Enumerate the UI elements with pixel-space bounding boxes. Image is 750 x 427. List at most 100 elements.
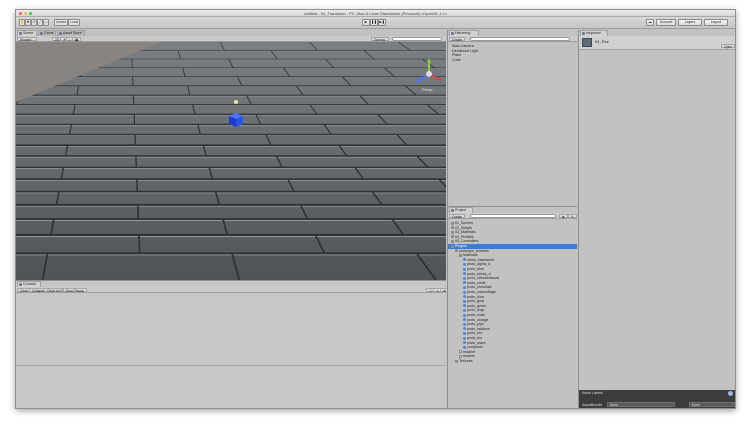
project-tree-item[interactable]: Textures	[448, 359, 577, 364]
project-tree-item-label: proto_checkerboard	[467, 276, 499, 281]
folder-icon	[451, 221, 454, 225]
console-divider	[16, 365, 446, 366]
gizmos-dropdown[interactable]: Gizmos	[371, 37, 389, 42]
layout-dropdown[interactable]: Layout	[704, 19, 728, 26]
assetbundle-dropdown[interactable]: None	[607, 402, 675, 407]
tab-asset-store-label: Asset Store	[63, 31, 82, 35]
project-tree-item-label: 03_Materials	[455, 230, 476, 235]
hierarchy-create-dropdown[interactable]: Create	[449, 37, 465, 42]
project-tree-item-label: composer	[467, 345, 483, 350]
project-tree-item-label: proto_wave	[467, 340, 486, 345]
play-button[interactable]: ▶	[362, 19, 370, 26]
account-dropdown[interactable]: Account	[656, 19, 676, 26]
project-tree-item-label: 01_Scenes	[455, 221, 473, 225]
project-tree-item-label: readme	[463, 354, 476, 359]
store-icon	[59, 32, 62, 35]
layers-dropdown[interactable]: Layers	[678, 19, 702, 26]
project-tree-item-label: proto_orange	[467, 317, 489, 322]
project-tree-item-label: mesh_baseworld	[467, 257, 495, 262]
project-tree-item-label: proto_crosshair	[467, 285, 492, 290]
folder-icon	[455, 249, 458, 253]
window-title: Untitled - 04_Transform - PC, Mac & Linu…	[303, 11, 448, 16]
shading-mode-dropdown[interactable]: Shaded	[17, 37, 37, 42]
pause-button[interactable]: ❚❚	[370, 19, 378, 26]
unity-editor-window: Untitled - 04_Transform - PC, Mac & Linu…	[15, 9, 736, 409]
project-tree-item-label: Textures	[459, 359, 473, 363]
filter-by-type-icon[interactable]: ◈	[559, 214, 568, 219]
project-tree-item-label: proto_map	[467, 308, 485, 313]
scene-panel: Scene Game Asset Store Shaded 2D ☀ ♪ ▣ G…	[16, 30, 446, 280]
material-icon	[463, 331, 466, 335]
space-toggle-button[interactable]: Local	[68, 19, 80, 26]
material-icon	[463, 295, 466, 299]
material-icon	[463, 281, 466, 285]
project-tree-item-label: Materials	[463, 253, 478, 258]
console-error-filter-icon[interactable]: ⊘	[440, 288, 446, 293]
material-icon	[463, 262, 466, 266]
assetbundle-variant-dropdown[interactable]: None	[689, 402, 735, 407]
step-button[interactable]: ▶❚	[378, 19, 386, 26]
project-tree-item-label: prototype_textures	[459, 248, 489, 253]
material-icon	[463, 322, 466, 326]
material-icon	[463, 308, 466, 312]
material-icon	[463, 327, 466, 331]
project-tree-item-label: proto_pipe	[467, 322, 484, 327]
inspector-object-name: 04_Rez	[595, 39, 609, 44]
project-create-dropdown[interactable]: Create	[449, 214, 465, 219]
project-tree-item-label: proto_gray	[467, 299, 485, 304]
text-file-icon	[459, 350, 462, 354]
project-tree-item-label: 04_Prefabs	[455, 234, 474, 239]
asset-labels-section: Asset Labels AssetBundle None None	[579, 390, 735, 408]
rect-tool-button[interactable]: ▭	[43, 19, 49, 26]
folder-icon	[451, 244, 454, 248]
game-icon	[40, 32, 43, 35]
console-toolbar: Clear Collapse Clear on Play Error Pause…	[16, 287, 446, 293]
console-icon	[19, 283, 22, 286]
project-tree-item-label: proto_rim	[467, 336, 483, 340]
folder-icon	[455, 359, 458, 363]
material-icon	[463, 336, 466, 340]
project-tree-item-label: Plugins	[455, 244, 467, 248]
asset-labels-title: Asset Labels	[582, 391, 603, 395]
hierarchy-item[interactable]: Cube	[448, 58, 577, 63]
folder-icon	[451, 226, 454, 230]
cloud-icon[interactable]: ☁	[646, 19, 654, 26]
pivot-toggle-button[interactable]: Center	[54, 19, 68, 26]
filter-by-label-icon[interactable]: ✎	[568, 214, 577, 219]
material-icon	[463, 341, 466, 345]
hierarchy-toolbar: Create	[448, 36, 577, 42]
material-icon	[463, 299, 466, 303]
label-tag-icon[interactable]	[728, 391, 733, 396]
hierarchy-icon	[451, 32, 454, 35]
main-toolbar: ✋ ✥ ⟳ ⤢ ▭ Center Local ▶ ❚❚ ▶❚ ☁ Account…	[16, 17, 735, 29]
project-tree-item-label: proto_blue	[467, 267, 484, 271]
effects-toggle-icon[interactable]: ▣	[72, 37, 82, 42]
project-tree-item-label: proto_floor	[467, 294, 485, 299]
scene-search-input[interactable]	[392, 37, 442, 41]
project-tree-item-label: 05_Controllers	[455, 239, 479, 244]
material-icon	[463, 258, 466, 262]
tab-scene-label: Scene	[23, 31, 34, 35]
tab-inspector-label: Inspector	[586, 31, 601, 35]
project-search-input[interactable]	[470, 214, 556, 218]
project-tree-item-label: proto_bricks_d	[467, 271, 491, 276]
hierarchy-search-input[interactable]	[470, 37, 570, 41]
material-icon	[463, 267, 466, 271]
folder-asset-icon	[582, 38, 592, 47]
inspector-panel: Inspector 04_Rez Open Asset Labels Asset…	[578, 30, 735, 408]
material-icon	[463, 318, 466, 322]
cube-object[interactable]	[229, 113, 243, 127]
folder-icon	[459, 253, 462, 257]
light-gizmo-icon[interactable]	[234, 100, 238, 104]
assetbundle-label: AssetBundle	[582, 403, 603, 407]
scene-viewport[interactable]: Persp	[16, 42, 446, 280]
project-icon	[451, 209, 454, 212]
inspector-open-button[interactable]: Open	[721, 44, 735, 49]
project-tree-item-label: proto_rainbow	[467, 326, 490, 331]
hierarchy-panel: Hierarchy Create Main Camera Directional …	[447, 30, 577, 206]
console-error-pause-button[interactable]: Error Pause	[63, 288, 87, 293]
material-icon	[463, 276, 466, 280]
project-tree-item-label: proto_camouflage	[467, 290, 496, 294]
text-file-icon	[459, 354, 462, 358]
inspector-header: 04_Rez Open	[579, 36, 735, 50]
